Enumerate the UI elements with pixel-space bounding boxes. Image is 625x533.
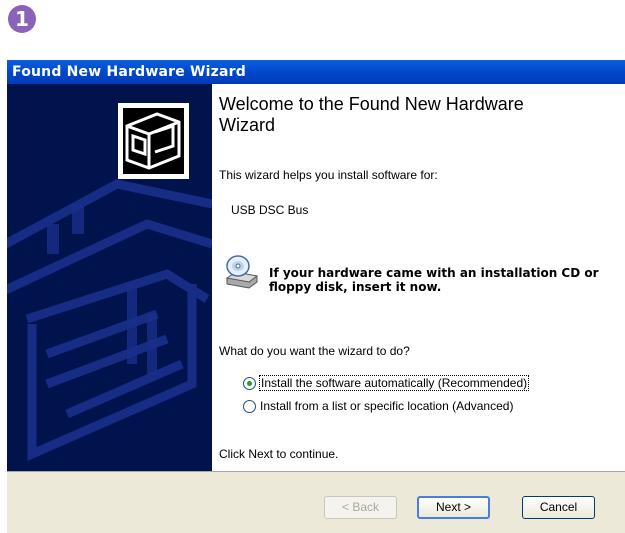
hardware-banner-art (7, 103, 212, 461)
radio-button-unselected[interactable] (243, 399, 256, 413)
wizard-window: Welcome to the Found New Hardware Wizard… (7, 84, 625, 533)
wizard-question: What do you want the wizard to do? (219, 344, 410, 358)
wizard-side-banner (7, 84, 212, 471)
option-install-from-list[interactable]: Install from a list or specific location… (243, 397, 513, 415)
cancel-button[interactable]: Cancel (522, 496, 595, 519)
button-bar: < Back Next > Cancel (7, 471, 625, 533)
device-name: USB DSC Bus (231, 203, 309, 217)
step-number-badge: 1 (8, 5, 36, 33)
window-title: Found New Hardware Wizard (12, 64, 246, 80)
next-button[interactable]: Next > (417, 496, 490, 519)
hardware-card-icon (118, 103, 189, 179)
wizard-heading: Welcome to the Found New Hardware Wizard (219, 94, 524, 135)
wizard-content: Welcome to the Found New Hardware Wizard… (219, 84, 625, 471)
option-install-automatically[interactable]: Install the software automatically (Reco… (243, 374, 530, 392)
wizard-intro: This wizard helps you install software f… (219, 168, 438, 182)
cd-disk-icon (225, 255, 259, 289)
back-button[interactable]: < Back (324, 496, 397, 519)
window-title-bar[interactable]: Found New Hardware Wizard (7, 60, 625, 84)
option-label[interactable]: Install the software automatically (Reco… (258, 375, 530, 391)
radio-button-selected[interactable] (243, 376, 256, 390)
cd-instruction: If your hardware came with an installati… (269, 266, 599, 294)
option-label[interactable]: Install from a list or specific location… (260, 399, 513, 413)
continue-instruction: Click Next to continue. (219, 447, 339, 461)
